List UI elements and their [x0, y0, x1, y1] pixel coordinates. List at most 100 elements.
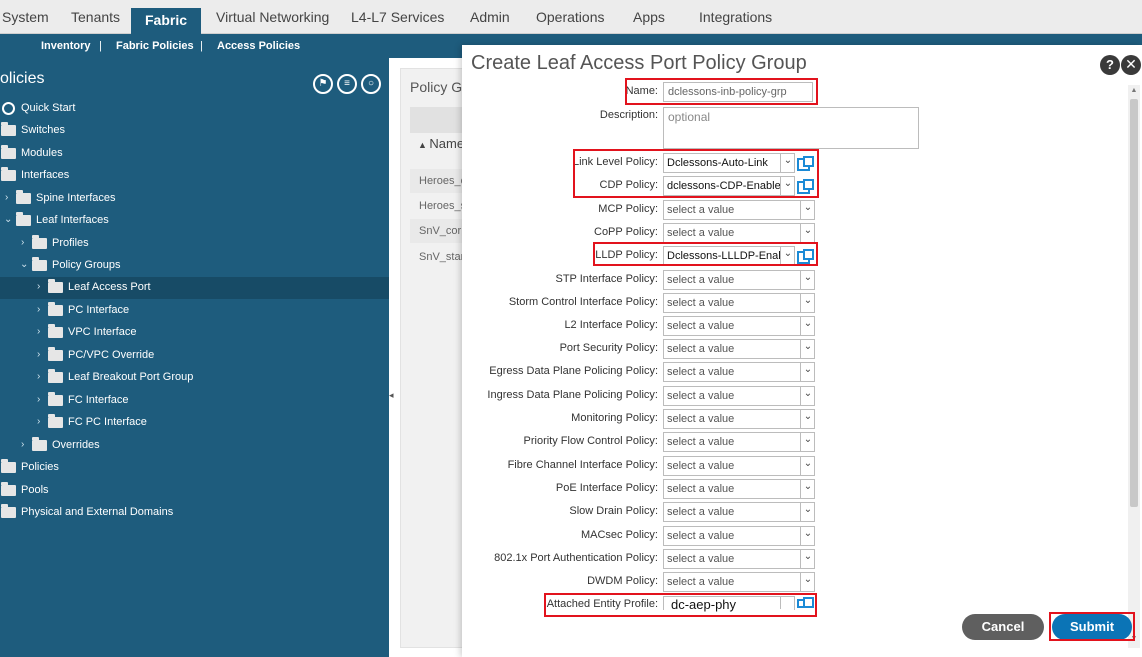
- monitoring-policy-select[interactable]: select a value ⌄: [663, 409, 815, 429]
- fibre-channel-policy-select[interactable]: select a value ⌄: [663, 456, 815, 476]
- tree-item-pc-vpc-override[interactable]: › PC/VPC Override: [0, 345, 389, 367]
- subnav-separator: |: [200, 40, 203, 52]
- stp-interface-policy-select[interactable]: select a value ⌄: [663, 270, 815, 290]
- chevron-down-icon[interactable]: ⌄: [802, 458, 814, 472]
- tree-item-physical-and-external-domains[interactable]: Physical and External Domains: [0, 502, 389, 524]
- tree-item-policies[interactable]: Policies: [0, 457, 389, 479]
- tree-item-pools[interactable]: Pools: [0, 480, 389, 502]
- chevron-down-icon[interactable]: ⌄: [802, 202, 814, 216]
- collapse-handle-icon[interactable]: ◂: [389, 390, 395, 404]
- storm-control-policy-value: select a value: [667, 297, 735, 309]
- chevron-down-icon[interactable]: ⌄: [802, 528, 814, 542]
- scroll-up-icon[interactable]: ▲: [1128, 87, 1140, 97]
- subnav-inventory[interactable]: Inventory: [41, 40, 91, 52]
- tree-item-label: Overrides: [52, 439, 100, 451]
- menu-icon[interactable]: ≡: [337, 74, 357, 94]
- tree-item-pc-interface[interactable]: › PC Interface: [0, 300, 389, 322]
- dot1x-policy-select[interactable]: select a value ⌄: [663, 549, 815, 569]
- nav-tab-fabric[interactable]: Fabric: [131, 8, 202, 34]
- tree-item-fc-pc-interface[interactable]: › FC PC Interface: [0, 412, 389, 434]
- tree-item-policy-groups[interactable]: ⌄ Policy Groups: [0, 255, 389, 277]
- scroll-thumb[interactable]: [1130, 99, 1138, 507]
- egress-policing-policy-select[interactable]: select a value ⌄: [663, 362, 815, 382]
- nav-tab-l4-l7-services[interactable]: L4-L7 Services: [351, 9, 444, 25]
- port-security-policy-select[interactable]: select a value ⌄: [663, 339, 815, 359]
- chevron-right-icon[interactable]: ›: [37, 326, 45, 337]
- storm-control-policy-select[interactable]: select a value ⌄: [663, 293, 815, 313]
- nav-tab-integrations[interactable]: Integrations: [699, 9, 772, 25]
- mcp-policy-select[interactable]: select a value ⌄: [663, 200, 815, 220]
- subnav-access-policies[interactable]: Access Policies: [217, 40, 300, 52]
- table-row[interactable]: Heroes_s: [410, 194, 470, 218]
- chevron-right-icon[interactable]: ›: [37, 371, 45, 382]
- tree-item-switches[interactable]: Switches: [0, 120, 389, 142]
- folder-icon: [16, 190, 31, 204]
- macsec-policy-select[interactable]: select a value ⌄: [663, 526, 815, 546]
- nav-tab-apps[interactable]: Apps: [633, 9, 665, 25]
- tree-item-leaf-breakout-port-group[interactable]: › Leaf Breakout Port Group: [0, 367, 389, 389]
- table-row[interactable]: SnV_star: [410, 245, 470, 269]
- help-button[interactable]: ?: [1100, 55, 1120, 75]
- description-input[interactable]: optional: [663, 107, 919, 149]
- chevron-down-icon[interactable]: ⌄: [802, 481, 814, 495]
- tree-item-overrides[interactable]: › Overrides: [0, 435, 389, 457]
- folder-icon: [48, 392, 63, 406]
- nav-tab-tenants[interactable]: Tenants: [71, 9, 120, 25]
- chevron-right-icon[interactable]: ›: [37, 416, 45, 427]
- tree-item-fc-interface[interactable]: › FC Interface: [0, 390, 389, 412]
- chevron-down-icon[interactable]: ⌄: [802, 411, 814, 425]
- tree-item-modules[interactable]: Modules: [0, 143, 389, 165]
- folder-icon: [1, 459, 16, 473]
- table-row[interactable]: SnV_corp: [410, 219, 470, 243]
- egress-policing-policy-value: select a value: [667, 366, 735, 378]
- tree-item-profiles[interactable]: › Profiles: [0, 233, 389, 255]
- copp-policy-select[interactable]: select a value ⌄: [663, 223, 815, 243]
- chevron-right-icon[interactable]: ›: [21, 439, 29, 450]
- chevron-right-icon[interactable]: ›: [37, 394, 45, 405]
- chevron-down-icon[interactable]: ⌄: [802, 272, 814, 286]
- chevron-down-icon[interactable]: ⌄: [4, 214, 12, 225]
- chevron-down-icon[interactable]: ⌄: [20, 259, 28, 270]
- ingress-policing-policy-select[interactable]: select a value ⌄: [663, 386, 815, 406]
- tree-item-vpc-interface[interactable]: › VPC Interface: [0, 322, 389, 344]
- chevron-down-icon[interactable]: ⌄: [802, 574, 814, 588]
- subnav-fabric-policies[interactable]: Fabric Policies: [116, 40, 194, 52]
- nav-tab-system[interactable]: System: [2, 9, 49, 25]
- chevron-down-icon[interactable]: ⌄: [802, 295, 814, 309]
- quick-start-icon[interactable]: ⚑: [313, 74, 333, 94]
- background-column-name[interactable]: ▲ Name: [418, 136, 464, 151]
- chevron-right-icon[interactable]: ›: [37, 304, 45, 315]
- nav-tab-virtual-networking[interactable]: Virtual Networking: [216, 9, 329, 25]
- close-button[interactable]: ✕: [1121, 55, 1141, 75]
- cancel-button[interactable]: Cancel: [962, 614, 1044, 640]
- tree-item-leaf-interfaces[interactable]: ⌄ Leaf Interfaces: [0, 210, 389, 232]
- tree-item-interfaces[interactable]: Interfaces: [0, 165, 389, 187]
- chevron-right-icon[interactable]: ›: [21, 237, 29, 248]
- chevron-right-icon[interactable]: ›: [37, 281, 45, 292]
- chevron-down-icon[interactable]: ⌄: [802, 225, 814, 239]
- dialog-scrollbar[interactable]: ▲ ▼: [1128, 85, 1140, 648]
- dwdm-policy-select[interactable]: select a value ⌄: [663, 572, 815, 592]
- refresh-icon[interactable]: ○: [361, 74, 381, 94]
- chevron-down-icon[interactable]: ⌄: [802, 364, 814, 378]
- nav-tab-admin[interactable]: Admin: [470, 9, 510, 25]
- poe-policy-select[interactable]: select a value ⌄: [663, 479, 815, 499]
- chevron-right-icon[interactable]: ›: [37, 349, 45, 360]
- tree-item-quick-start[interactable]: Quick Start: [0, 98, 389, 120]
- l2-interface-policy-select[interactable]: select a value ⌄: [663, 316, 815, 336]
- slow-drain-policy-select[interactable]: select a value ⌄: [663, 502, 815, 522]
- nav-tab-operations[interactable]: Operations: [536, 9, 604, 25]
- chevron-down-icon[interactable]: ⌄: [802, 551, 814, 565]
- background-table-header: [410, 107, 470, 133]
- chevron-down-icon[interactable]: ⌄: [802, 434, 814, 448]
- chevron-down-icon[interactable]: ⌄: [802, 318, 814, 332]
- tree-item-spine-interfaces[interactable]: › Spine Interfaces: [0, 188, 389, 210]
- priority-flow-control-policy-select[interactable]: select a value ⌄: [663, 432, 815, 452]
- poe-policy-value: select a value: [667, 483, 735, 495]
- table-row[interactable]: Heroes_c: [410, 169, 470, 193]
- tree-item-leaf-access-port[interactable]: › Leaf Access Port: [0, 277, 389, 299]
- chevron-right-icon[interactable]: ›: [5, 192, 13, 203]
- chevron-down-icon[interactable]: ⌄: [802, 504, 814, 518]
- chevron-down-icon[interactable]: ⌄: [802, 388, 814, 402]
- chevron-down-icon[interactable]: ⌄: [802, 341, 814, 355]
